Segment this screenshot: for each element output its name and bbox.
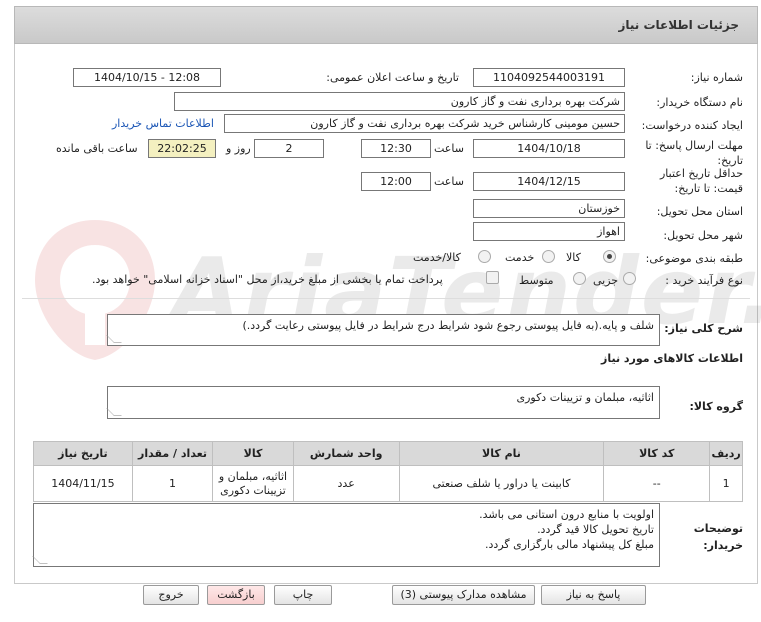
subject-option-service: خدمت xyxy=(505,251,535,264)
general-desc-label: شرح کلی نیاز: xyxy=(664,322,743,335)
goods-info-title: اطلاعات کالاهای مورد نیاز xyxy=(601,352,743,365)
cell-group: اثاثیه، مبلمان و تزیینات دکوری xyxy=(212,465,294,502)
send-deadline-label: مهلت ارسال پاسخ: تا تاریخ: xyxy=(645,139,743,167)
subject-option-goods-service: کالا/خدمت xyxy=(413,251,461,264)
panel-title: جزئیات اطلاعات نیاز xyxy=(618,18,739,32)
announce-datetime-label: تاریخ و ساعت اعلان عمومی: xyxy=(326,71,459,84)
back-button[interactable]: بازگشت xyxy=(207,585,265,605)
exit-button[interactable]: خروج xyxy=(143,585,199,605)
purchase-type-label: نوع فرآیند خرید : xyxy=(665,274,743,287)
cell-item-code: -- xyxy=(603,465,711,502)
send-time-label: ساعت xyxy=(434,142,464,155)
delivery-city-label: شهر محل تحویل: xyxy=(663,229,743,242)
note-line: مبلغ کل پیشنهاد مالی بارگزاری گردد. xyxy=(485,538,654,551)
purchase-radio-medium[interactable] xyxy=(573,272,586,285)
payment-note: پرداخت تمام یا بخشی از مبلغ خرید،از محل … xyxy=(92,273,443,286)
cell-item-name: کابینت یا دراور یا شلف صنعتی xyxy=(398,465,605,502)
goods-group-label: گروه کالا: xyxy=(689,400,743,413)
general-desc-textarea[interactable]: شلف و پایه.(به فایل پیوستی رجوع شود شرای… xyxy=(106,314,660,346)
day-and-label: روز و xyxy=(226,142,251,155)
goods-group-text: اثاثیه، مبلمان و تزیینات دکوری xyxy=(516,391,654,404)
send-time-field: 12:30 xyxy=(361,139,431,158)
delivery-province-label: استان محل تحویل: xyxy=(656,205,743,218)
buyer-org-field: شرکت بهره برداری نفت و گاز کارون xyxy=(174,92,625,111)
subject-radio-service[interactable] xyxy=(542,250,555,263)
buyer-contact-link[interactable]: اطلاعات تماس خریدار xyxy=(112,117,214,130)
cell-row-no: 1 xyxy=(709,465,743,502)
col-row-no: ردیف xyxy=(709,441,743,466)
remaining-label: ساعت باقی مانده xyxy=(56,142,138,155)
need-number-field: 1104092544003191 xyxy=(473,68,625,87)
subject-radio-goods[interactable] xyxy=(603,250,616,263)
days-field: 2 xyxy=(254,139,324,158)
city-field: اهواز xyxy=(473,222,625,241)
col-item-name: نام کالا xyxy=(398,441,605,466)
print-button[interactable]: چاپ xyxy=(274,585,332,605)
remaining-time-field: 22:02:25 xyxy=(148,139,216,158)
validity-date-field: 1404/12/15 xyxy=(473,172,625,191)
subject-option-goods: کالا xyxy=(566,251,581,264)
col-group: کالا xyxy=(212,441,294,466)
col-unit: واحد شمارش xyxy=(292,441,400,466)
treasury-checkbox[interactable] xyxy=(486,271,499,284)
col-item-code: کد کالا xyxy=(603,441,711,466)
resize-grip-icon[interactable] xyxy=(106,408,122,416)
resize-grip-icon[interactable] xyxy=(32,556,48,564)
cell-unit: عدد xyxy=(292,465,400,502)
buyer-notes-textarea[interactable]: اولویت با منابع درون استانی می باشد. تار… xyxy=(32,503,660,567)
reply-button[interactable]: پاسخ به نیاز xyxy=(541,585,646,605)
buyer-org-label: نام دستگاه خریدار: xyxy=(656,96,743,109)
validity-time-label: ساعت xyxy=(434,175,464,188)
attachments-button[interactable]: مشاهده مدارک پیوستی (3) xyxy=(392,585,535,605)
general-desc-text: شلف و پایه.(به فایل پیوستی رجوع شود شرای… xyxy=(242,319,654,332)
need-number-label: شماره نیاز: xyxy=(690,71,743,84)
col-need-date: تاریخ نیاز xyxy=(33,441,133,466)
goods-group-textarea[interactable]: اثاثیه، مبلمان و تزیینات دکوری xyxy=(106,386,660,419)
resize-grip-icon[interactable] xyxy=(106,335,122,343)
note-line: اولویت با منابع درون استانی می باشد. xyxy=(479,508,654,521)
send-date-field: 1404/10/18 xyxy=(473,139,625,158)
province-field: خوزستان xyxy=(473,199,625,218)
price-validity-label: حداقل تاریخ اعتبار قیمت: تا تاریخ: xyxy=(659,167,743,195)
panel-header: جزئیات اطلاعات نیاز xyxy=(14,6,758,44)
cell-need-date: 1404/11/15 xyxy=(33,465,133,502)
goods-table: ردیف کد کالا نام کالا واحد شمارش کالا تع… xyxy=(33,441,743,502)
subject-class-label: طبقه بندی موضوعی: xyxy=(645,252,743,265)
validity-time-field: 12:00 xyxy=(361,172,431,191)
divider xyxy=(22,298,750,299)
subject-radio-goods-service[interactable] xyxy=(478,250,491,263)
cell-quantity: 1 xyxy=(131,465,214,502)
note-line: تاریخ تحویل کالا قید گردد. xyxy=(537,523,654,536)
table-row: 1 -- کابینت یا دراور یا شلف صنعتی عدد اث… xyxy=(33,465,743,502)
purchase-option-medium: متوسط xyxy=(519,274,554,287)
buyer-notes-label: توضیحات خریدار: xyxy=(693,522,743,552)
table-header-row: ردیف کد کالا نام کالا واحد شمارش کالا تع… xyxy=(33,441,743,466)
col-quantity: تعداد / مقدار xyxy=(131,441,214,466)
purchase-radio-minor[interactable] xyxy=(623,272,636,285)
requester-field: حسین مومینی کارشناس خرید شرکت بهره بردار… xyxy=(224,114,625,133)
announce-datetime-field: 1404/10/15 - 12:08 xyxy=(73,68,221,87)
purchase-option-minor: جزیی xyxy=(593,274,619,287)
requester-label: ایجاد کننده درخواست: xyxy=(641,119,743,132)
